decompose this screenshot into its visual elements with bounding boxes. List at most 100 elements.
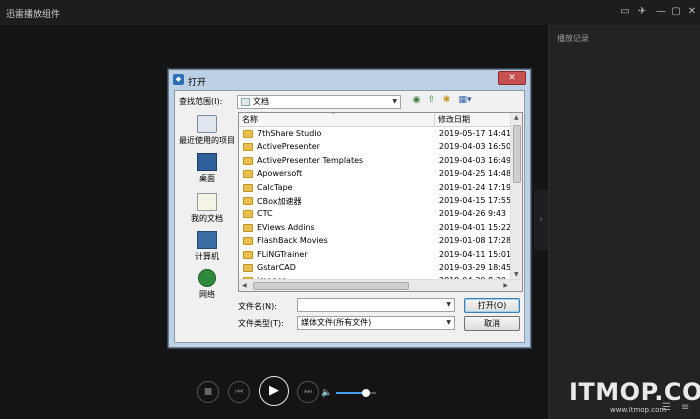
file-name: CBox加速器 [257,197,302,206]
place-recent[interactable]: 最近使用的项目 [178,115,236,146]
place-label: 计算机 [195,252,219,261]
column-header-date[interactable]: 修改日期 [435,113,510,127]
file-name: Apowersoft [257,169,303,179]
file-name: ActivePresenter Templates [257,155,364,165]
filetype-label: 文件类型(T): [238,319,284,328]
documents-icon [241,97,250,106]
file-name: CalcTape [257,182,293,192]
open-file-dialog: ◆ 打开 ✕ 查找范围(I): 文档 ▼ ◉ ⇧ ✱ ▦▾ 最近使用的项目 桌面… [168,69,531,348]
play-button[interactable]: ▶ [259,376,289,406]
folder-icon [243,223,253,232]
folder-icon [243,264,253,272]
file-row[interactable]: FLiNGTrainer 2019-04-11 15:01 [239,249,511,262]
places-bar: 最近使用的项目 桌面 我的文档 计算机 网络 [178,113,236,301]
up-folder-icon[interactable]: ⇧ [426,95,437,106]
filetype-select[interactable]: 媒体文件(所有文件) ▼ [297,316,455,330]
playlist-title: 播放记录 [557,34,589,43]
dialog-title-bar: ◆ 打开 ✕ [169,70,530,90]
place-computer[interactable]: 计算机 [178,231,236,262]
file-row[interactable]: FlashBack Movies 2019-01-08 17:28 [239,235,512,248]
file-name: CTC [257,209,273,219]
filename-input[interactable]: ▼ [297,298,455,312]
dialog-body: 查找范围(I): 文档 ▼ ◉ ⇧ ✱ ▦▾ 最近使用的项目 桌面 我的文档 计… [174,90,525,343]
folder-icon [243,197,253,205]
place-documents[interactable]: 我的文档 [178,193,236,224]
chevron-down-icon: ▼ [446,319,451,326]
vertical-scrollbar[interactable]: ▲ ▼ [510,113,522,279]
place-label: 桌面 [199,174,215,183]
file-row[interactable]: Apowersoft 2019-04-25 14:48 [239,168,511,181]
open-button[interactable]: 打开(O) [464,298,520,313]
file-date: 2019-04-03 16:49 [439,155,512,165]
computer-icon [197,231,217,249]
file-date: 2019-05-17 14:41 [439,129,512,138]
documents-icon [197,193,217,211]
watermark-url: www.itmop.com [610,406,667,414]
scroll-thumb[interactable] [513,125,521,183]
place-network[interactable]: 网络 [178,269,236,300]
file-date: 2019-03-29 18:45 [439,263,512,272]
file-name: GstarCAD [257,263,296,272]
chevron-down-icon: ▼ [392,98,397,105]
desktop-icon [197,153,217,171]
file-row[interactable]: ActivePresenter 2019-04-03 16:50 [239,141,512,154]
folder-icon [243,170,253,179]
minimize-button[interactable]: — [654,5,668,19]
pin-icon[interactable]: ✈ [635,5,649,19]
view-menu-icon[interactable]: ▦▾ [456,95,474,106]
lookin-dropdown[interactable]: 文档 ▼ [237,95,401,109]
cancel-button[interactable]: 取消 [464,316,520,331]
scroll-right-icon[interactable]: ▶ [503,282,508,289]
scroll-up-icon[interactable]: ▲ [514,114,519,121]
next-button[interactable]: ⏭ [297,381,319,403]
previous-button[interactable]: ⏮ [228,381,250,403]
file-list[interactable]: 名称 ^ 修改日期 7thShare Studio 2019-05-17 14:41… [238,112,523,292]
volume-icon[interactable]: 🔈 [321,388,332,398]
close-button[interactable]: ✕ [685,5,699,19]
folder-icon [243,130,253,138]
maximize-button[interactable]: ▢ [669,5,683,19]
new-folder-icon[interactable]: ✱ [441,95,452,106]
horizontal-scrollbar[interactable]: ◀ ▶ [239,279,522,291]
recent-items-icon [197,115,217,133]
file-row[interactable]: 7thShare Studio 2019-05-17 14:41 [239,128,512,141]
lookin-value: 文档 [253,97,269,106]
folder-icon [243,156,253,165]
chevron-down-icon: ▼ [446,301,451,308]
column-header-name[interactable]: 名称 ^ [239,113,435,127]
place-label: 我的文档 [191,214,223,223]
file-date: 2019-04-15 17:55 [439,196,512,205]
file-name: EViews Addins [257,222,315,232]
file-row[interactable]: EViews Addins 2019-04-01 15:22 [239,222,512,235]
scroll-thumb[interactable] [253,282,409,290]
back-icon[interactable]: ◉ [411,95,422,106]
column-name-label: 名称 [242,115,258,124]
app-icon: ◆ [173,74,184,85]
file-date: 2019-04-03 16:50 [439,142,512,152]
file-row[interactable]: CBox加速器 2019-04-15 17:55 [239,195,512,208]
place-desktop[interactable]: 桌面 [178,153,236,184]
file-row[interactable]: ActivePresenter Templates 2019-04-03 16:4… [239,155,512,168]
folder-icon [243,237,253,246]
file-date: 2019-04-01 15:22 [439,222,512,232]
file-row[interactable]: CalcTape 2019-01-24 17:19 [239,182,511,195]
file-name: ActivePresenter [257,142,320,152]
filetype-value: 媒体文件(所有文件) [301,318,372,327]
file-row[interactable]: GstarCAD 2019-03-29 18:45 [239,262,512,275]
dialog-close-button[interactable]: ✕ [498,71,526,85]
panel-toggle-button[interactable]: › [534,190,548,250]
scroll-left-icon[interactable]: ◀ [242,282,247,289]
file-row[interactable]: CTC 2019-04-26 9:43 [239,208,510,221]
folder-icon [243,183,253,192]
dialog-title: 打开 [188,78,207,88]
title-bar: 迅雷播放组件 ▭ ✈ — ▢ ✕ [0,0,700,25]
volume-handle[interactable] [362,389,370,397]
volume-slider[interactable] [336,389,376,397]
scroll-down-icon[interactable]: ▼ [514,271,519,278]
playlist-panel: 播放记录 [548,25,700,419]
file-date: 2019-01-08 17:28 [439,236,512,246]
stop-button[interactable]: ■ [197,381,219,403]
folder-icon [243,143,253,152]
column-date-label: 修改日期 [438,115,470,124]
folder-icon[interactable]: ▭ [618,5,632,19]
